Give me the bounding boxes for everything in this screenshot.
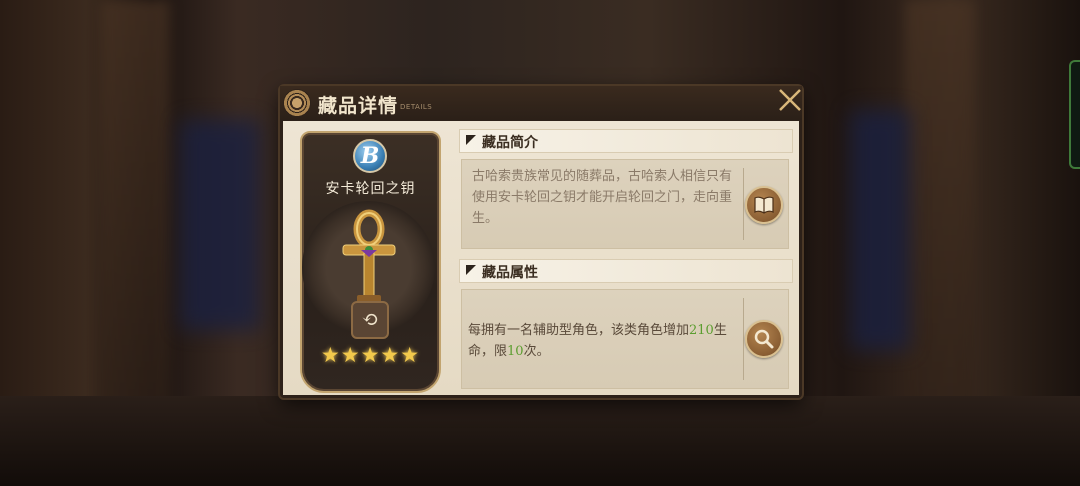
emblem-icon <box>283 89 311 117</box>
close-icon <box>779 89 801 111</box>
background-banner <box>850 110 910 350</box>
dialog-header: 藏品详情 DETAILS <box>280 86 802 120</box>
attributes-box: 每拥有一名辅助型角色，该类角色增加210生命，限10次。 <box>461 289 789 389</box>
collection-details-dialog: 藏品详情 DETAILS B 安卡轮回之钥 ⟲ ★★★★★ 藏品简介 古哈索贵族… <box>280 86 802 398</box>
inspect-button[interactable] <box>745 320 783 358</box>
divider <box>743 168 744 240</box>
attr-text-before: 每拥有一名辅助型角色，该类角色增加 <box>468 323 690 338</box>
cycle-icon: ⟲ <box>351 301 389 339</box>
attributes-section-header: 藏品属性 <box>459 259 793 283</box>
attr-value-hp: 210 <box>689 323 714 338</box>
attr-text-after: 次。 <box>523 344 550 359</box>
attributes-heading: 藏品属性 <box>482 265 538 281</box>
dialog-subtitle: DETAILS <box>400 103 433 111</box>
dialog-content: B 安卡轮回之钥 ⟲ ★★★★★ 藏品简介 古哈索贵族常见的随葬品，古哈索人相信… <box>283 121 799 395</box>
triangle-marker-icon <box>466 265 476 275</box>
dialog-title: 藏品详情 <box>318 95 399 117</box>
collectible-card[interactable]: B 安卡轮回之钥 ⟲ ★★★★★ <box>300 131 441 393</box>
collectible-name: 安卡轮回之钥 <box>325 181 416 197</box>
intro-box: 古哈索贵族常见的随葬品，古哈索人相信只有使用安卡轮回之钥才能开启轮回之门，走向重… <box>461 159 789 249</box>
magnifier-icon <box>754 329 774 349</box>
attributes-text: 每拥有一名辅助型角色，该类角色增加210生命，限10次。 <box>468 320 738 362</box>
attr-value-limit: 10 <box>507 344 524 359</box>
side-tab[interactable] <box>1069 60 1080 169</box>
book-icon <box>754 196 774 214</box>
close-button[interactable] <box>776 86 804 114</box>
background-banner <box>180 120 260 330</box>
star-rating: ★★★★★ <box>320 343 421 367</box>
divider <box>743 298 744 380</box>
triangle-marker-icon <box>466 135 476 145</box>
intro-section-header: 藏品简介 <box>459 129 793 153</box>
ankh-icon <box>342 209 396 305</box>
background-floor <box>0 396 1080 486</box>
grade-badge: B <box>353 139 387 173</box>
intro-text: 古哈索贵族常见的随葬品，古哈索人相信只有使用安卡轮回之钥才能开启轮回之门，走向重… <box>472 169 733 226</box>
story-button[interactable] <box>745 186 783 224</box>
intro-heading: 藏品简介 <box>482 135 538 151</box>
